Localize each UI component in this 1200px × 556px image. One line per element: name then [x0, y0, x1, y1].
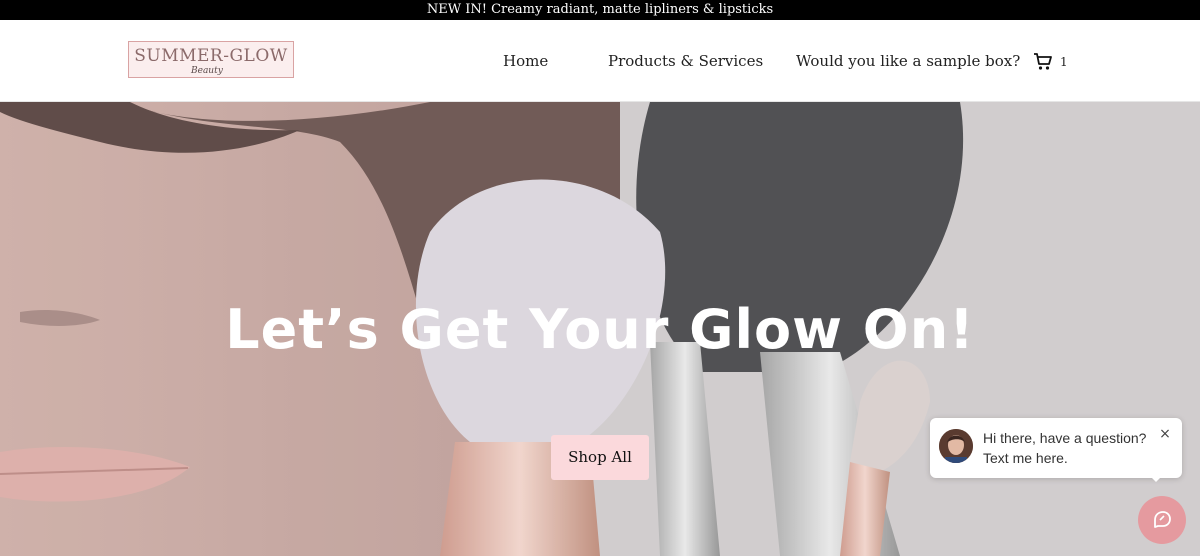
shop-all-button[interactable]: Shop All [551, 435, 649, 480]
logo-sub-text: Beauty [191, 66, 223, 76]
announcement-bar: NEW IN! Creamy radiant, matte lipliners … [0, 0, 1200, 20]
nav-home[interactable]: Home [503, 52, 548, 70]
agent-avatar [939, 429, 973, 463]
chat-launcher-button[interactable] [1138, 496, 1186, 544]
hero-section: Let’s Get Your Glow On! Shop All [0, 102, 1200, 556]
chat-prompt[interactable]: Hi there, have a question? Text me here.… [930, 418, 1182, 478]
logo-main-text: SUMMER-GLOW [134, 46, 288, 66]
nav-products-services[interactable]: Products & Services [608, 52, 763, 70]
announcement-text: NEW IN! Creamy radiant, matte lipliners … [426, 2, 774, 17]
chat-bubble-tail [1146, 472, 1166, 482]
chat-line-1: Hi there, have a question? [983, 430, 1147, 446]
site-logo[interactable]: SUMMER-GLOW Beauty [128, 41, 294, 78]
cart-count: 1 [1060, 55, 1068, 69]
chat-line-2: Text me here. [983, 450, 1068, 466]
cart-icon [1034, 53, 1052, 70]
hero-title: Let’s Get Your Glow On! [225, 298, 975, 361]
chat-icon [1154, 511, 1171, 528]
cart-button[interactable]: 1 [1033, 52, 1069, 72]
chat-message: Hi there, have a question? Text me here. [983, 428, 1146, 468]
nav-sample-box[interactable]: Would you like a sample box? [796, 52, 1020, 70]
close-icon[interactable]: × [1158, 427, 1172, 441]
site-header: SUMMER-GLOW Beauty Home Products & Servi… [0, 20, 1200, 102]
